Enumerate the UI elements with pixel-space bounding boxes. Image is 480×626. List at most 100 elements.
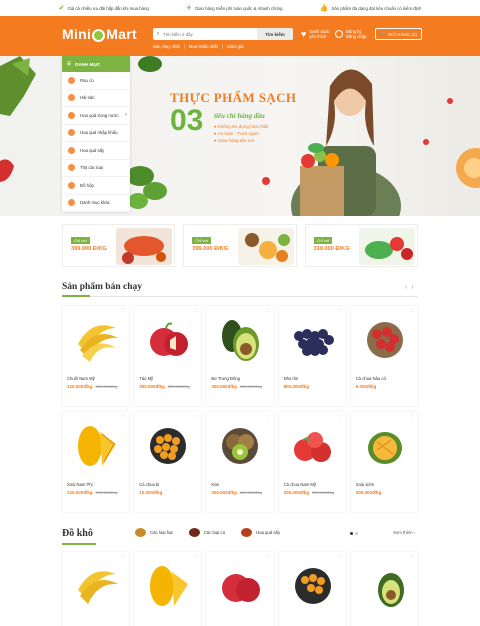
- section-divider: [62, 295, 418, 297]
- product-card[interactable]: ♡ Cà chua Nam Mỹ 200.000đ/kg 300.000đ/kg: [278, 412, 346, 512]
- product-card[interactable]: ♡: [62, 552, 130, 626]
- product-card[interactable]: ♡ Cà chua bi 10.000đ/kg: [134, 412, 202, 512]
- product-card[interactable]: ♡ Kiwi 300.000đ/kg 350.000đ/kg: [206, 412, 274, 512]
- product-name: Chuối Nam Mỹ: [67, 376, 95, 381]
- menu-icon: ☰: [67, 61, 72, 66]
- chevron-right-icon[interactable]: ›: [411, 284, 413, 291]
- cart-label: GIỎ HÀNG (0): [387, 31, 417, 37]
- heart-icon[interactable]: ♡: [193, 308, 197, 314]
- product-card[interactable]: ♡ Xoài Nam Phi 120.000đ/kg 150.000đ/kg: [62, 412, 130, 512]
- cherry-tomato-plate-image: [294, 568, 331, 604]
- promo-banner-seafood[interactable]: Chỉ với 399.000 Đ/KG: [62, 224, 176, 267]
- promo-banner-fruit[interactable]: Chỉ với 399.000 Đ/KG: [183, 224, 297, 267]
- top-info-bar: ✔ Giá cả nhiều ưu đãi hấp dẫn khi mua hà…: [0, 0, 480, 16]
- hero-bullet-list: Không sử dụng hóa chất An toàn - Tươi ng…: [214, 124, 268, 144]
- logo-text-left: Mini: [62, 26, 92, 42]
- product-price: 5.000đ/kg: [356, 384, 380, 389]
- heart-icon[interactable]: ♡: [265, 308, 269, 314]
- product-card[interactable]: ♡ Chuối Nam Mỹ 120.000đ/kg 150.000đ/kg: [62, 306, 130, 406]
- product-old-price: 350.000đ/kg: [239, 384, 262, 389]
- orange-logo-icon: [92, 28, 106, 42]
- tab-nuts[interactable]: Các loại hạt: [135, 528, 173, 537]
- account-text: Đăng ký Đăng nhập: [346, 29, 367, 39]
- carousel-dot[interactable]: [350, 532, 353, 535]
- heart-icon[interactable]: ♡: [337, 414, 341, 420]
- avocado-image: [222, 320, 260, 361]
- product-price: 800.000đ/kg: [284, 384, 313, 389]
- heart-icon[interactable]: ♡: [337, 554, 341, 560]
- heart-icon[interactable]: ♡: [121, 414, 125, 420]
- product-card[interactable]: ♡ Cà chua Nâu cờ 5.000đ/kg: [350, 306, 418, 406]
- separator: |: [183, 44, 185, 49]
- chevron-left-icon[interactable]: ‹: [405, 284, 407, 291]
- apple-image: [150, 322, 189, 356]
- product-price-value: 120.000đ/kg: [67, 490, 93, 495]
- heart-icon[interactable]: ♡: [409, 414, 413, 420]
- category-item-dried-fruit[interactable]: Hoa quả sấy: [62, 142, 130, 160]
- product-price: 300.000đ/kg 350.000đ/kg: [211, 490, 262, 495]
- product-price-value: 200.000đ/kg: [283, 490, 310, 495]
- product-card[interactable]: ♡ Nho tím 800.000đ/kg: [278, 306, 346, 406]
- tomato-image: [293, 432, 331, 462]
- carousel-arrows: ‹ ›: [405, 284, 414, 291]
- section-underline: [62, 543, 96, 545]
- product-card[interactable]: ♡: [134, 552, 202, 626]
- plane-icon: ✈: [185, 4, 192, 12]
- tab-dried-fruit[interactable]: Hoa quả sấy: [240, 528, 280, 537]
- heart-icon[interactable]: ♡: [265, 554, 269, 560]
- product-card[interactable]: ♡: [278, 552, 346, 626]
- more-icon: [68, 199, 75, 207]
- product-card[interactable]: ♡: [206, 552, 274, 626]
- product-card[interactable]: ♡ Bơ Trung Đông 300.000đ/kg 350.000đ/kg: [206, 306, 274, 406]
- category-item-imported-fruit[interactable]: Hoa quả nhập khẩu: [62, 125, 130, 142]
- search-input[interactable]: [163, 31, 257, 37]
- promo-banner-vegetables[interactable]: Chỉ với 310.000 Đ/KG: [304, 224, 418, 267]
- promo-tag: Chỉ với: [192, 237, 211, 244]
- heart-icon[interactable]: ♡: [121, 308, 125, 314]
- wishlist-link[interactable]: ♥ Danh sách yêu thích: [301, 29, 329, 39]
- product-card[interactable]: ♡ Xoài xiêm 300.000đ/kg: [350, 412, 418, 512]
- product-name: Cà chua Nâu cờ: [355, 376, 387, 381]
- category-item-other[interactable]: Danh mục khác: [62, 195, 130, 212]
- category-label: Hoa quả sấy: [80, 147, 105, 153]
- category-item-meat[interactable]: Thịt các loại: [62, 160, 130, 177]
- heart-icon[interactable]: ♡: [193, 554, 197, 560]
- heart-icon[interactable]: ♡: [409, 308, 413, 314]
- category-menu-header[interactable]: ☰ DANH MỤC: [62, 56, 130, 72]
- product-old-price: 350.000đ/kg: [239, 490, 262, 495]
- cart-icon: 🛒: [380, 31, 386, 36]
- category-item-domestic-fruit[interactable]: Hoa quả trong nước ›: [62, 107, 130, 125]
- product-price-value: 10.000đ/kg: [139, 490, 163, 495]
- tuber-icon: [188, 528, 200, 537]
- carousel-dot[interactable]: [355, 532, 358, 535]
- heart-icon[interactable]: ♡: [193, 414, 197, 420]
- category-item-vegetables[interactable]: Rau củ: [62, 72, 130, 90]
- product-card[interactable]: ♡ Táo Mỹ 300.000đ/kg 320.000đ/kg: [134, 306, 202, 406]
- cart-button[interactable]: 🛒 GIỎ HÀNG (0): [375, 28, 422, 40]
- heart-icon[interactable]: ♡: [121, 554, 125, 560]
- dried-fruit-icon: [68, 146, 75, 154]
- category-item-seafood[interactable]: Hải sản: [62, 90, 130, 107]
- heart-icon[interactable]: ♡: [409, 554, 413, 560]
- tab-tubers[interactable]: Các loại củ: [188, 528, 225, 537]
- quick-link-best-seller[interactable]: Bán chạy nhất: [153, 44, 180, 49]
- peach-icon: [456, 148, 480, 188]
- promo-price: 399.000 Đ/KG: [71, 246, 107, 252]
- product-card[interactable]: ♡: [350, 552, 418, 626]
- quick-link-most-bought[interactable]: Mua nhiều nhất: [189, 44, 218, 49]
- search-button[interactable]: Tìm kiếm: [257, 28, 293, 40]
- quick-link-discount[interactable]: Giảm giá: [227, 44, 244, 49]
- see-more-link[interactable]: Xem thêm ›: [393, 530, 415, 535]
- site-header: Mini Mart ⌕ Tìm kiếm Bán chạy nhất | Mua…: [0, 16, 480, 56]
- category-item-canned[interactable]: Đồ hộp: [62, 177, 130, 195]
- tab-label: Các loại hạt: [150, 530, 173, 535]
- heart-icon[interactable]: ♡: [265, 414, 269, 420]
- account-link[interactable]: Đăng ký Đăng nhập: [335, 29, 367, 39]
- login-link[interactable]: Đăng nhập: [346, 34, 367, 39]
- product-price-value: 5.000đ/kg: [355, 384, 377, 389]
- product-price: 10.000đ/kg: [139, 490, 165, 495]
- separator: |: [221, 44, 223, 49]
- logo[interactable]: Mini Mart: [62, 26, 137, 42]
- heart-icon[interactable]: ♡: [337, 308, 341, 314]
- logo-text-right: Mart: [106, 26, 137, 42]
